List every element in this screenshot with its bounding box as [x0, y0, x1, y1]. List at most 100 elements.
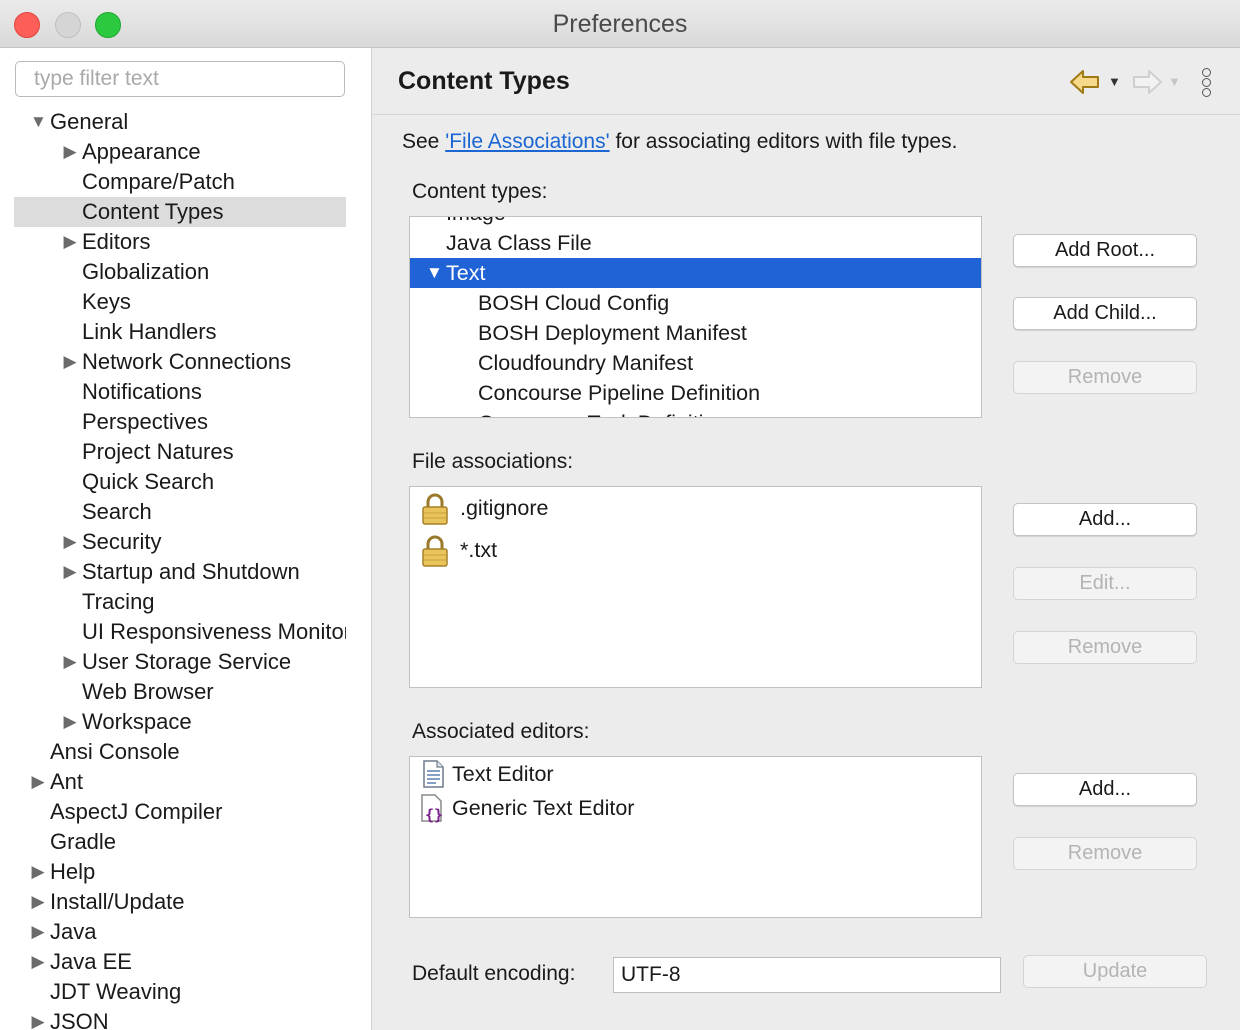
collapsed-triangle-icon[interactable]: ▶ — [62, 557, 78, 587]
sidebar-item[interactable]: Web Browser — [0, 677, 346, 707]
collapsed-triangle-icon[interactable]: ▶ — [62, 227, 78, 257]
remove-editor-button[interactable]: Remove — [1013, 837, 1197, 870]
main-panel: Content Types ▼ ▼ See 'File Associations… — [373, 48, 1240, 1030]
sidebar-item[interactable]: Globalization — [0, 257, 346, 287]
sidebar-item-label: Notifications — [82, 379, 202, 404]
sidebar-item[interactable]: Compare/Patch — [0, 167, 346, 197]
sidebar-item[interactable]: ▶ JSON — [0, 1007, 346, 1030]
default-encoding-input[interactable] — [613, 957, 1001, 993]
content-type-item[interactable]: ▼ Text — [410, 258, 981, 288]
add-file-association-button[interactable]: Add... — [1013, 503, 1197, 536]
sidebar-item[interactable]: ▶ Startup and Shutdown — [0, 557, 346, 587]
sidebar-item[interactable]: Quick Search — [0, 467, 346, 497]
add-editor-button[interactable]: Add... — [1013, 773, 1197, 806]
sidebar-item-label: UI Responsiveness Monitoring — [82, 619, 346, 644]
content-type-label: BOSH Deployment Manifest — [478, 321, 747, 345]
preference-tree: ▼ General ▶ Appearance Compare/Patch Content … — [0, 107, 371, 1030]
sidebar-item-label: Network Connections — [82, 349, 292, 374]
sidebar-item-label: Java — [50, 919, 97, 944]
sidebar-item[interactable]: Notifications — [0, 377, 346, 407]
sidebar-item[interactable]: UI Responsiveness Monitoring — [0, 617, 346, 647]
expanded-triangle-icon[interactable]: ▼ — [426, 258, 443, 288]
collapsed-triangle-icon[interactable]: ▶ — [30, 857, 46, 887]
sidebar-item[interactable]: ▶ Java — [0, 917, 346, 947]
sidebar-item[interactable]: ▶ User Storage Service — [0, 647, 346, 677]
associated-editors-list[interactable]: Text Editor {} Generic Text Editor — [409, 756, 982, 918]
sidebar-item[interactable]: ▶ Install/Update — [0, 887, 346, 917]
sidebar-item[interactable]: ▶ Java EE — [0, 947, 346, 977]
sidebar-item[interactable]: Project Natures — [0, 437, 346, 467]
file-associations-list[interactable]: .gitignore *.txt — [409, 486, 982, 688]
sidebar-item-label: Quick Search — [82, 469, 215, 494]
sidebar-item-label: Ant — [50, 769, 84, 794]
add-child-button[interactable]: Add Child... — [1013, 297, 1197, 330]
collapsed-triangle-icon[interactable]: ▶ — [30, 1007, 46, 1030]
sidebar-item-label: JSON — [50, 1009, 109, 1030]
sidebar-item-label: AspectJ Compiler — [50, 799, 223, 824]
back-history-dropdown-icon[interactable]: ▼ — [1108, 74, 1121, 89]
content-type-item[interactable]: Java Class File — [410, 228, 981, 258]
sidebar-item[interactable]: Keys — [0, 287, 346, 317]
collapsed-triangle-icon[interactable]: ▶ — [30, 767, 46, 797]
content-type-label: BOSH Cloud Config — [478, 291, 670, 315]
generic-editor-icon: {} — [421, 794, 443, 823]
sidebar-item[interactable]: Perspectives — [0, 407, 346, 437]
content-type-item[interactable]: BOSH Cloud Config — [410, 288, 981, 318]
sidebar-item-label: Keys — [82, 289, 131, 314]
sidebar-item[interactable]: Gradle — [0, 827, 346, 857]
associated-editors-label: Associated editors: — [412, 720, 590, 743]
default-encoding-label: Default encoding: — [412, 962, 576, 985]
add-root-button[interactable]: Add Root... — [1013, 234, 1197, 267]
edit-file-association-button[interactable]: Edit... — [1013, 567, 1197, 600]
content-type-label: Concourse Task Definition — [478, 408, 727, 417]
sidebar-item[interactable]: ▼ General — [0, 107, 346, 137]
forward-arrow-icon[interactable] — [1131, 68, 1163, 96]
forward-history-dropdown-icon[interactable]: ▼ — [1168, 74, 1181, 89]
sidebar-item[interactable]: ▶ Help — [0, 857, 346, 887]
sidebar-item[interactable]: Link Handlers — [0, 317, 346, 347]
content-type-item[interactable]: Cloudfoundry Manifest — [410, 348, 981, 378]
collapsed-triangle-icon[interactable]: ▶ — [30, 887, 46, 917]
sidebar-item[interactable]: ▶ Ant — [0, 767, 346, 797]
content-type-label: Text — [446, 261, 486, 285]
sidebar-item[interactable]: ▶ Network Connections — [0, 347, 346, 377]
editor-label: Generic Text Editor — [452, 796, 635, 820]
expanded-triangle-icon[interactable]: ▼ — [30, 107, 47, 137]
lock-icon — [422, 535, 448, 567]
content-type-item[interactable]: Concourse Pipeline Definition — [410, 378, 981, 408]
collapsed-triangle-icon[interactable]: ▶ — [62, 137, 78, 167]
sidebar-item-label: Link Handlers — [82, 319, 217, 344]
description-text: See 'File Associations' for associating … — [402, 130, 957, 154]
collapsed-triangle-icon[interactable]: ▶ — [30, 947, 46, 977]
sidebar-item-label: Project Natures — [82, 439, 234, 464]
filter-input[interactable] — [15, 61, 345, 97]
sidebar-item[interactable]: Content Types — [14, 197, 346, 227]
sidebar-item[interactable]: ▶ Appearance — [0, 137, 346, 167]
content-type-item[interactable]: Concourse Task Definition — [410, 408, 981, 417]
more-options-icon[interactable] — [1199, 68, 1213, 100]
sidebar-item-label: Security — [82, 529, 162, 554]
sidebar-item[interactable]: AspectJ Compiler — [0, 797, 346, 827]
back-arrow-icon[interactable] — [1069, 68, 1101, 96]
update-encoding-button[interactable]: Update — [1023, 955, 1207, 988]
content-type-label: Java Class File — [446, 231, 592, 255]
file-associations-link[interactable]: 'File Associations' — [445, 130, 609, 153]
content-type-item[interactable]: BOSH Deployment Manifest — [410, 318, 981, 348]
remove-content-type-button[interactable]: Remove — [1013, 361, 1197, 394]
sidebar-item[interactable]: Tracing — [0, 587, 346, 617]
remove-file-association-button[interactable]: Remove — [1013, 631, 1197, 664]
collapsed-triangle-icon[interactable]: ▶ — [62, 527, 78, 557]
collapsed-triangle-icon[interactable]: ▶ — [30, 917, 46, 947]
sidebar-item[interactable]: JDT Weaving — [0, 977, 346, 1007]
sidebar-item[interactable]: ▶ Workspace — [0, 707, 346, 737]
sidebar-item[interactable]: Search — [0, 497, 346, 527]
content-type-item[interactable]: Image — [410, 217, 981, 228]
collapsed-triangle-icon[interactable]: ▶ — [62, 347, 78, 377]
sidebar-item-label: Search — [82, 499, 152, 524]
collapsed-triangle-icon[interactable]: ▶ — [62, 707, 78, 737]
collapsed-triangle-icon[interactable]: ▶ — [62, 647, 78, 677]
content-types-tree[interactable]: ImageJava Class File▼TextBOSH Cloud Conf… — [409, 216, 982, 418]
sidebar-item[interactable]: Ansi Console — [0, 737, 346, 767]
sidebar-item[interactable]: ▶ Security — [0, 527, 346, 557]
sidebar-item[interactable]: ▶ Editors — [0, 227, 346, 257]
